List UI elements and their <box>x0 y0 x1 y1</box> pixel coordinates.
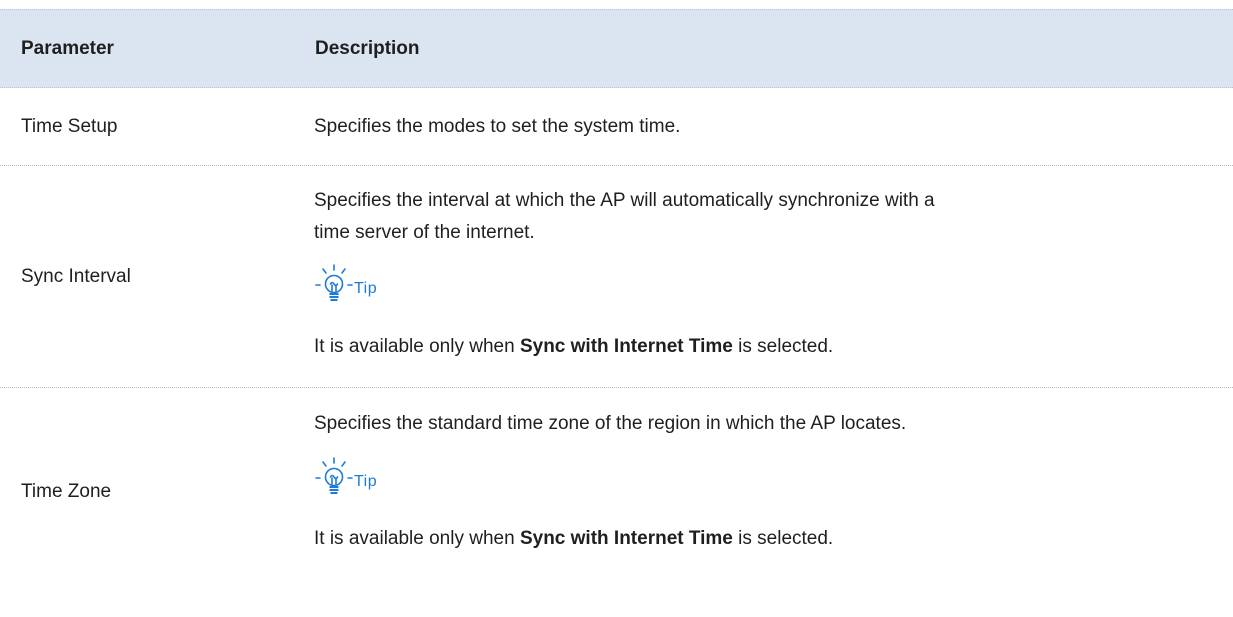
parameter-description-line-1: Specifies the interval at which the AP w… <box>314 190 935 211</box>
tip-note: It is available only when Sync with Inte… <box>314 524 833 554</box>
header-description: Description <box>315 38 420 59</box>
parameter-table: Parameter Description Time Setup Specifi… <box>0 9 1233 596</box>
tip-note-emphasis: Sync with Internet Time <box>519 336 733 357</box>
tip-note: It is available only when Sync with Inte… <box>314 332 833 362</box>
table-row-sync-interval: Sync Interval Specifies the interval at … <box>0 166 1233 388</box>
table-header: Parameter Description <box>0 9 1233 88</box>
parameter-description: Specifies the standard time zone of the … <box>314 413 907 434</box>
parameter-description-line-2: time server of the internet. <box>314 222 535 243</box>
header-parameter: Parameter <box>21 38 114 59</box>
lightbulb-icon <box>314 263 354 303</box>
tip-note-suffix: is selected. <box>732 336 834 357</box>
table-row-time-zone: Time Zone Specifies the standard time zo… <box>0 388 1233 596</box>
tip-note-suffix: is selected. <box>732 528 834 549</box>
lightbulb-icon <box>314 456 354 496</box>
tip-callout: Tip <box>314 456 377 496</box>
tip-note-prefix: It is available only when <box>314 336 520 357</box>
tip-callout: Tip <box>314 263 377 303</box>
parameter-description: Specifies the modes to set the system ti… <box>314 116 681 137</box>
parameter-name: Sync Interval <box>21 265 131 287</box>
parameter-name: Time Setup <box>21 115 118 137</box>
table-row-time-setup: Time Setup Specifies the modes to set th… <box>0 88 1233 166</box>
tip-label: Tip <box>354 473 378 490</box>
parameter-name: Time Zone <box>21 481 112 502</box>
tip-note-prefix: It is available only when <box>314 528 520 549</box>
tip-label: Tip <box>354 280 378 297</box>
tip-note-emphasis: Sync with Internet Time <box>519 528 733 549</box>
